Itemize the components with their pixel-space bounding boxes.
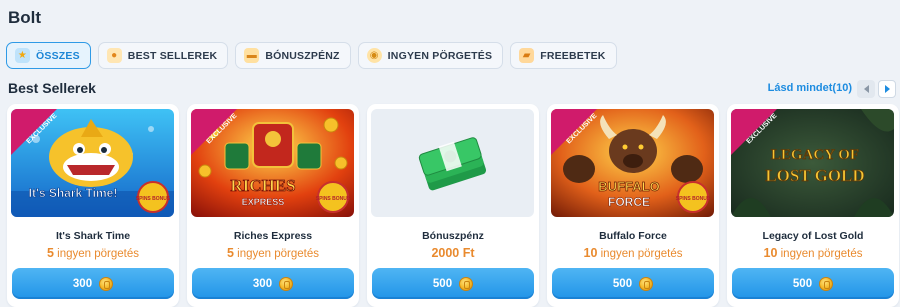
game-art-subtitle: FORCE [608, 195, 650, 209]
product-reward: 5 ingyen pörgetés [187, 246, 359, 260]
product-reward: 10 ingyen pörgetés [727, 246, 899, 260]
buy-button[interactable]: 500 [732, 268, 894, 299]
medal-icon: ● [106, 48, 122, 63]
ticket-icon: ▰ [519, 48, 535, 63]
product-name: Legacy of Lost Gold [762, 230, 864, 242]
game-thumbnail[interactable]: EXCLUSIVE It's Shark Time! SPINS BONUS [11, 109, 174, 217]
game-art-title: LEGACY OF [771, 147, 859, 163]
game-art-title: RICHES [230, 176, 295, 195]
see-all-link[interactable]: Lásd mindet(10) [768, 82, 852, 94]
filter-free-spins-label: INGYEN PÖRGETÉS [387, 49, 493, 62]
reward-count: 10 [583, 246, 598, 260]
filter-freebets-label: FREEBETEK [540, 49, 606, 62]
buy-button[interactable]: 300 [192, 268, 354, 299]
buy-button[interactable]: 500 [372, 268, 534, 299]
filter-best-sellers[interactable]: ● BEST SELLEREK [97, 42, 229, 69]
game-art-subtitle: EXPRESS [242, 197, 285, 207]
chevron-left-icon [863, 85, 869, 93]
price-label: 500 [432, 277, 453, 290]
filter-bonus-money-label: BÓNUSZPÉNZ [265, 49, 340, 62]
filter-bar: ★ ÖSSZES ● BEST SELLEREK ▬ BÓNUSZPÉNZ ◉ … [6, 42, 617, 69]
filter-bonus-money[interactable]: ▬ BÓNUSZPÉNZ [235, 42, 351, 69]
game-art-title: BUFFALO [598, 179, 659, 194]
coin-icon [279, 276, 294, 291]
price-label: 300 [72, 277, 93, 290]
reward-count: 5 [227, 246, 234, 260]
carousel-next-button[interactable] [878, 80, 896, 98]
cash-icon: ▬ [244, 48, 260, 63]
game-art-subtitle: LOST GOLD [765, 166, 864, 185]
reward-unit: ingyen pörgetés [237, 248, 319, 260]
filter-all-label: ÖSSZES [36, 49, 80, 62]
bonus-amount: 2000 Ft [431, 246, 475, 260]
price-label: 300 [252, 277, 273, 290]
coin-icon [819, 276, 834, 291]
filter-best-sellers-label: BEST SELLEREK [127, 49, 218, 62]
product-card[interactable]: EXCLUSIVE It's Shark Time! SPINS BONUS I… [7, 104, 179, 307]
spin-coin-icon: ◉ [366, 48, 382, 63]
reward-unit: ingyen pörgetés [780, 248, 863, 260]
game-art-title: It's Shark Time! [29, 186, 118, 200]
filter-free-spins[interactable]: ◉ INGYEN PÖRGETÉS [357, 42, 504, 69]
reward-count: 5 [47, 246, 54, 260]
product-card[interactable]: EXCLUSIVE LEGACY OF LOST GOLD Legacy of … [727, 104, 899, 307]
coin-icon [99, 276, 114, 291]
reward-unit: ingyen pörgetés [600, 248, 683, 260]
spins-bonus-badge: SPINS BONUS [136, 196, 171, 202]
product-name: It's Shark Time [55, 230, 131, 242]
section-title: Best Sellerek [8, 80, 96, 96]
carousel-prev-button[interactable] [857, 80, 875, 98]
cash-stack-icon [418, 137, 487, 191]
filter-all[interactable]: ★ ÖSSZES [6, 42, 91, 69]
spins-bonus-badge: SPINS BONUS [676, 196, 711, 202]
product-reward: 5 ingyen pörgetés [7, 246, 179, 260]
coin-icon [639, 276, 654, 291]
bonus-money-thumbnail[interactable] [371, 109, 534, 217]
reward-count: 10 [763, 246, 778, 260]
game-thumbnail[interactable]: EXCLUSIVE RICHES EXPRESS SPINS BONUS [191, 109, 354, 217]
product-card[interactable]: Bónuszpénz 2000 Ft 500 [367, 104, 539, 307]
buy-button[interactable]: 300 [12, 268, 174, 299]
spins-bonus-badge: SPINS BONUS [316, 196, 351, 202]
page-title: Bolt [8, 8, 42, 27]
product-name: Riches Express [233, 230, 313, 242]
filter-freebets[interactable]: ▰ FREEBETEK [510, 42, 617, 69]
chevron-right-icon [884, 85, 890, 93]
price-label: 500 [612, 277, 633, 290]
product-card[interactable]: EXCLUSIVE BUFFALO FORCE SPINS BONUS Buff… [547, 104, 719, 307]
product-name: Bónuszpénz [422, 230, 484, 242]
product-name: Buffalo Force [599, 230, 667, 242]
buy-button[interactable]: 500 [552, 268, 714, 299]
product-card[interactable]: EXCLUSIVE RICHES EXPRESS SPINS BONUS Ric… [187, 104, 359, 307]
game-thumbnail[interactable]: EXCLUSIVE BUFFALO FORCE SPINS BONUS [551, 109, 714, 217]
game-thumbnail[interactable]: EXCLUSIVE LEGACY OF LOST GOLD [731, 109, 894, 217]
reward-unit: ingyen pörgetés [57, 248, 139, 260]
star-icon: ★ [15, 48, 30, 63]
product-carousel: EXCLUSIVE It's Shark Time! SPINS BONUS I… [7, 104, 899, 307]
product-reward: 10 ingyen pörgetés [547, 246, 719, 260]
coin-icon [459, 276, 474, 291]
price-label: 500 [792, 277, 813, 290]
